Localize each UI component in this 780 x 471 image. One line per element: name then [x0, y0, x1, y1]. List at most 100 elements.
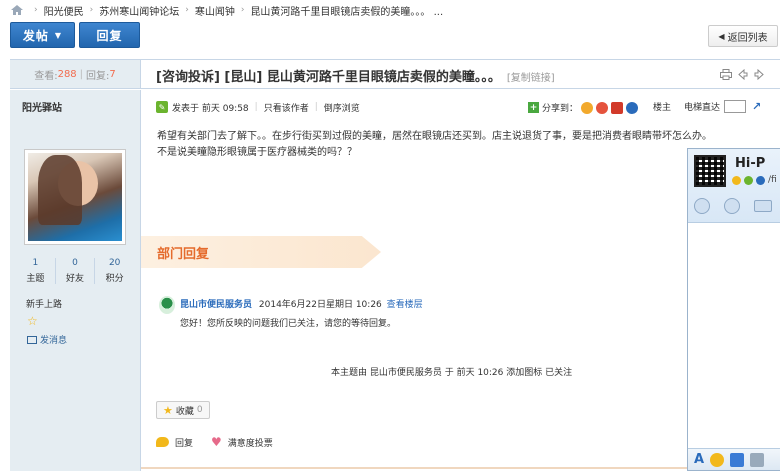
thread-stats: 查看: 288 | 回复: 7 — [10, 60, 141, 88]
thread-title: [咨询投诉] [昆山] 昆山黄河路千里目眼镜店卖假的美瞳。。。 [复制链接] — [156, 66, 555, 85]
thread-actions — [719, 68, 766, 80]
avatar[interactable] — [24, 149, 126, 245]
breadcrumb: › 阳光便民 › 苏州寒山闻钟论坛 › 寒山闻钟 › 昆山黄河路千里目眼镜店卖假… — [10, 3, 444, 18]
views-count: 288 — [57, 68, 77, 80]
chat-subtitle: /fi — [768, 175, 777, 185]
tencent-weibo-icon[interactable] — [626, 101, 639, 114]
stat-value: 20 — [108, 258, 121, 268]
meta-divider: | — [314, 102, 318, 112]
stat-label: 主题 — [26, 274, 45, 284]
stat-threads[interactable]: 1 主题 — [16, 258, 56, 284]
status-icon — [744, 175, 753, 185]
replies-label: 回复: — [86, 70, 110, 82]
breadcrumb-item[interactable]: 苏州寒山闻钟论坛 — [99, 3, 179, 18]
reply-action[interactable]: 回复 — [175, 436, 193, 449]
microphone-icon[interactable] — [724, 198, 740, 214]
reply-text: 您好！您所反映的问题我们已关注，请您的等待回复。 — [180, 319, 397, 329]
stat-value: 1 — [32, 258, 39, 268]
chevron-left-icon: ◀ — [718, 31, 725, 41]
breadcrumb-item[interactable]: 寒山闻钟 — [195, 3, 235, 18]
post-paragraph: 不是说美瞳隐形眼镜属于医疗器械类的吗？？ — [157, 147, 357, 158]
share-bar: + 分享到： — [528, 101, 639, 114]
post-actions: 回复 ♥ 满意度投票 — [156, 435, 273, 449]
view-floor-link[interactable]: 查看楼层 — [387, 300, 423, 310]
post-content: 希望有关部门去了解下。。在步行街买到过假的美瞳，居然在眼镜店还买到。店主说退货了… — [157, 129, 769, 161]
star-icon: ☆ — [27, 314, 38, 328]
breadcrumb-separator: › — [240, 5, 245, 15]
avatar-photo — [28, 153, 122, 241]
breadcrumb-item[interactable]: 阳光便民 — [44, 3, 84, 18]
thread-header: 查看: 288 | 回复: 7 [咨询投诉] [昆山] 昆山黄河路千里目眼镜店卖… — [10, 59, 780, 89]
chevron-down-icon: ▼ — [54, 30, 63, 40]
reply-header: 昆山市便民服务员 2014年6月22日星期日 10:26 查看楼层 — [180, 297, 423, 310]
font-icon[interactable]: A — [694, 452, 704, 467]
reply-author[interactable]: 昆山市便民服务员 — [180, 300, 252, 310]
renren-icon[interactable] — [611, 101, 624, 114]
stat-friends[interactable]: 0 好友 — [56, 258, 96, 284]
reply-date: 2014年6月22日星期日 10:26 — [258, 300, 382, 310]
qzone-icon[interactable] — [581, 101, 594, 114]
previous-thread-icon[interactable] — [736, 68, 749, 80]
chat-toolbar — [694, 198, 772, 214]
back-to-list-label: 返回列表 — [727, 32, 768, 44]
reply-label: 回复 — [96, 28, 123, 43]
meta-divider: | — [254, 102, 258, 112]
envelope-icon — [27, 335, 37, 344]
share-label: 分享到： — [542, 104, 579, 114]
camera-icon[interactable] — [694, 198, 710, 214]
author-name[interactable]: 阳光驿站 — [22, 99, 62, 114]
moderation-note: 本主题由 昆山市便民服务员 于 前天 10:26 添加图标 已关注 — [331, 368, 573, 378]
home-icon[interactable] — [10, 4, 24, 16]
post-divider — [141, 467, 687, 469]
views-label: 查看: — [34, 70, 58, 82]
post-paragraph: 希望有关部门去了解下。。在步行街买到过假的美瞳，居然在眼镜店还买到。店主说退货了… — [157, 131, 712, 142]
floor-label: 楼主 — [653, 103, 672, 113]
organization-logo-icon — [159, 296, 175, 314]
screen-share-icon[interactable] — [754, 200, 772, 212]
settings-icon[interactable] — [756, 175, 765, 185]
qr-code-icon — [694, 155, 726, 187]
person-icon[interactable] — [730, 452, 745, 467]
stat-label: 好友 — [66, 274, 85, 284]
reply-button[interactable]: 回复 — [79, 22, 140, 48]
new-post-label: 发帖 — [22, 28, 49, 43]
department-reply-heading: 部门回复 — [157, 247, 210, 262]
thread-title-text: [咨询投诉] [昆山] 昆山黄河路千里目眼镜店卖假的美瞳。。。 — [156, 70, 501, 85]
author-sidebar: 阳光驿站 1 主题 0 好友 20 积分 新手上路 ☆ 发消息 — [10, 90, 141, 471]
send-message-link[interactable]: 发消息 — [27, 333, 67, 346]
copy-link[interactable]: [复制链接] — [507, 73, 555, 84]
chat-widget[interactable]: Hi-P /fi A — [687, 148, 780, 471]
favorite-button[interactable]: ★ 收藏 0 — [156, 401, 210, 419]
breadcrumb-separator: › — [185, 5, 189, 15]
image-icon[interactable] — [750, 452, 765, 467]
next-thread-icon[interactable] — [753, 68, 766, 80]
breadcrumb-current: 昆山黄河路千里目眼镜店卖假的美瞳。。。 ... — [250, 6, 444, 18]
reply-bubble-icon — [156, 437, 169, 447]
go-arrow-icon[interactable]: ↗ — [752, 100, 761, 113]
stat-points[interactable]: 20 积分 — [95, 258, 134, 284]
chat-header: Hi-P /fi — [688, 149, 780, 223]
breadcrumb-separator: › — [34, 5, 38, 15]
new-post-button[interactable]: 发帖 ▼ — [10, 22, 75, 48]
stat-value: 0 — [72, 258, 78, 268]
floor-number-input[interactable] — [724, 100, 747, 113]
crown-icon — [732, 175, 741, 185]
back-to-list-button[interactable]: ◀ 返回列表 — [708, 25, 778, 47]
only-author-link[interactable]: 只看该作者 — [264, 101, 309, 114]
online-status-icon: ✎ — [156, 101, 168, 113]
breadcrumb-separator: › — [89, 5, 94, 15]
emoji-icon[interactable] — [710, 452, 725, 467]
user-rank[interactable]: 新手上路 — [26, 297, 62, 310]
replies-count: 7 — [109, 68, 116, 80]
post-meta: ✎ 发表于 前天 09:58 | 只看该作者 | 倒序浏览 — [156, 100, 360, 114]
reverse-order-link[interactable]: 倒序浏览 — [324, 101, 360, 114]
print-icon[interactable] — [719, 68, 732, 80]
favorite-count: 0 — [196, 405, 203, 415]
author-stats: 1 主题 0 好友 20 积分 — [16, 258, 134, 284]
favorite-label: 收藏 — [175, 406, 194, 417]
weibo-icon[interactable] — [596, 101, 609, 114]
plus-icon[interactable]: + — [528, 102, 539, 113]
department-reply-banner: 部门回复 — [141, 236, 381, 268]
send-message-label: 发消息 — [40, 336, 68, 346]
vote-action[interactable]: 满意度投票 — [228, 436, 273, 449]
